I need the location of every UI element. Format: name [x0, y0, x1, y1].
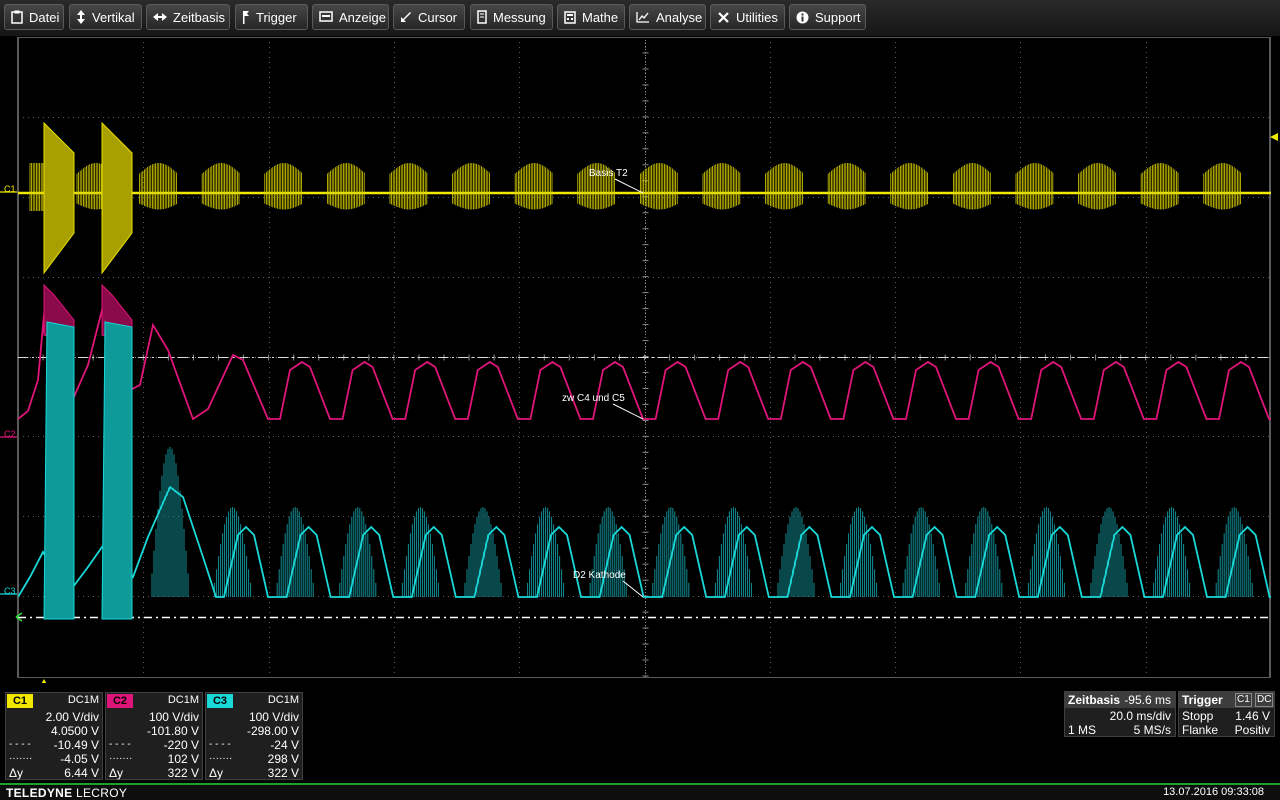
date-time: 13.07.2016 09:33:08: [1163, 786, 1264, 798]
c3-cursor1-value: -24 V: [270, 738, 299, 752]
c2-coupling: DC1M: [167, 694, 199, 706]
c1-vdiv: 2.00 V/div: [45, 710, 99, 724]
c2-descriptor-box[interactable]: C2 DC1M 100 V/div -101.80 V - - - - -220 …: [105, 692, 203, 780]
c3-coupling: DC1M: [267, 694, 299, 706]
c1-tag: C1: [7, 694, 33, 708]
status-bar: TELEDYNE LECROY 13.07.2016 09:33:08: [0, 783, 1280, 800]
c1-cursor2-value: -4.05 V: [60, 752, 99, 766]
c2-tag: C2: [107, 694, 133, 708]
timebase-title: Zeitbasis: [1068, 693, 1121, 707]
trigger-title: Trigger: [1182, 693, 1223, 707]
trigger-mode: Stopp: [1182, 709, 1214, 723]
trigger-level-marker[interactable]: [1270, 133, 1278, 141]
c1-cursor2-icon: ·······: [9, 753, 33, 764]
c3-vdiv: 100 V/div: [248, 710, 299, 724]
brand-lecroy: LECROY: [76, 786, 128, 800]
timebase-rate: 5 MS/s: [1133, 723, 1171, 737]
c2-dy-value: 322 V: [167, 766, 199, 780]
timebase-box[interactable]: Zeitbasis -95.6 ms 20.0 ms/div 1 MS 5 MS…: [1064, 691, 1176, 737]
c3-tag: C3: [207, 694, 233, 708]
c1-dy-value: 6.44 V: [64, 766, 99, 780]
c2-cursor1-icon: - - - -: [109, 739, 131, 750]
c1-descriptor-box[interactable]: C1 DC1M 2.00 V/div 4.0500 V - - - - -10.4…: [5, 692, 103, 780]
timebase-tdiv: 20.0 ms/div: [1109, 709, 1171, 723]
trigger-level: 1.46 V: [1235, 709, 1270, 723]
c2-vdiv: 100 V/div: [148, 710, 199, 724]
c1-dy-label: Δy: [9, 766, 24, 780]
timebase-delay: -95.6 ms: [1124, 693, 1171, 707]
c3-dy-value: 322 V: [267, 766, 299, 780]
c1-coupling: DC1M: [67, 694, 99, 706]
trigger-coupling: DC: [1255, 693, 1274, 707]
c1-cursor1-icon: - - - -: [9, 739, 31, 750]
c2-cursor2-value: 102 V: [167, 752, 199, 766]
c2-offset: -101.80 V: [146, 724, 199, 738]
c2-cursor2-icon: ·······: [109, 753, 133, 764]
trigger-type: Flanke: [1182, 723, 1219, 737]
cursor-marker-icon[interactable]: [15, 612, 23, 622]
c1-cursor1-value: -10.49 V: [53, 738, 99, 752]
trigger-box[interactable]: Trigger C1 DC Stopp 1.46 V Flanke Positi…: [1178, 691, 1275, 737]
c3-cursor2-value: 298 V: [267, 752, 299, 766]
screen-markers: [0, 133, 1278, 686]
c2-dy-label: Δy: [109, 766, 124, 780]
trigger-source: C1: [1235, 693, 1252, 707]
trigger-slope: Positiv: [1234, 723, 1270, 737]
c3-cursor2-icon: ·······: [209, 753, 233, 764]
timebase-samples: 1 MS: [1068, 723, 1097, 737]
c3-cursor1-icon: - - - -: [209, 739, 231, 750]
c2-cursor1-value: -220 V: [163, 738, 199, 752]
c3-descriptor-box[interactable]: C3 DC1M 100 V/div -298.00 V - - - - -24 V…: [205, 692, 303, 780]
c3-dy-label: Δy: [209, 766, 224, 780]
c3-offset: -298.00 V: [246, 724, 299, 738]
brand-teledyne: TELEDYNE: [6, 786, 73, 800]
c1-offset: 4.0500 V: [50, 724, 99, 738]
